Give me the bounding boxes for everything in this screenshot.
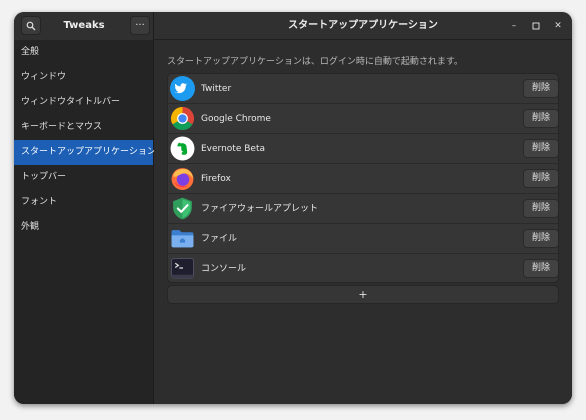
list-item: Evernote Beta 削除 <box>168 134 558 164</box>
sidebar-item-fonts[interactable]: フォント <box>14 190 153 215</box>
app-name: Twitter <box>201 84 232 94</box>
app-name: ファイアウォールアプレット <box>201 204 319 214</box>
list-item: Firefox 削除 <box>168 164 558 194</box>
startup-apps-panel: スタートアップアプリケーションは、ログイン時に自動で起動されます。 Twitte… <box>154 40 572 404</box>
sidebar-item-top-bar[interactable]: トップバー <box>14 165 153 190</box>
remove-twitter-button[interactable]: 削除 <box>523 79 558 98</box>
remove-files-button[interactable]: 削除 <box>523 229 558 248</box>
add-startup-app-button[interactable]: + <box>167 285 559 304</box>
app-name: Evernote Beta <box>201 144 265 154</box>
startup-app-list: Twitter 削除 Google Chrome 削除 Evernote Bet… <box>167 73 559 283</box>
remove-console-button[interactable]: 削除 <box>523 259 558 278</box>
chrome-icon <box>171 107 194 130</box>
list-item: ファイル 削除 <box>168 224 558 254</box>
panel-description: スタートアップアプリケーションは、ログイン時に自動で起動されます。 <box>167 57 463 67</box>
sidebar-item-window-titlebars[interactable]: ウィンドウタイトルバー <box>14 90 153 115</box>
remove-firefox-button[interactable]: 削除 <box>523 169 558 188</box>
menu-button[interactable]: ··· <box>130 16 150 35</box>
content-header: スタートアップアプリケーション – ✕ <box>154 12 572 40</box>
list-item: Google Chrome 削除 <box>168 104 558 134</box>
maximize-icon <box>532 22 540 30</box>
evernote-icon <box>170 136 195 161</box>
close-icon: ✕ <box>554 21 562 31</box>
sidebar-item-general[interactable]: 全般 <box>14 40 153 65</box>
sidebar: 全般 ウィンドウ ウィンドウタイトルバー キーボードとマウス スタートアップアプ… <box>14 40 156 404</box>
app-name: Firefox <box>201 174 231 184</box>
remove-chrome-button[interactable]: 削除 <box>523 109 558 128</box>
tweaks-window: Tweaks ··· スタートアップアプリケーション – ✕ 全般 ウィンドウ … <box>14 12 572 404</box>
sidebar-item-appearance[interactable]: 外観 <box>14 215 153 240</box>
search-icon <box>26 21 36 30</box>
app-name: ファイル <box>201 234 238 244</box>
firefox-icon <box>171 168 194 190</box>
terminal-icon <box>171 258 194 279</box>
maximize-button[interactable] <box>528 18 544 34</box>
firewall-shield-icon <box>173 197 192 220</box>
list-item: コンソール 削除 <box>168 254 558 282</box>
title-bar: Tweaks ··· スタートアップアプリケーション – ✕ <box>14 12 572 40</box>
app-name: コンソール <box>201 264 247 274</box>
folder-icon <box>171 230 194 248</box>
list-item: ファイアウォールアプレット 削除 <box>168 194 558 224</box>
remove-firewall-button[interactable]: 削除 <box>523 199 558 218</box>
sidebar-item-windows[interactable]: ウィンドウ <box>14 65 153 90</box>
remove-evernote-button[interactable]: 削除 <box>523 139 558 158</box>
minimize-icon: – <box>511 21 517 31</box>
minimize-button[interactable]: – <box>506 18 522 34</box>
list-item: Twitter 削除 <box>168 74 558 104</box>
app-title: Tweaks <box>63 20 105 31</box>
close-button[interactable]: ✕ <box>550 18 566 34</box>
twitter-icon <box>170 76 195 101</box>
more-options-icon: ··· <box>135 20 145 31</box>
sidebar-item-keyboard-mouse[interactable]: キーボードとマウス <box>14 115 153 140</box>
app-name: Google Chrome <box>201 114 271 124</box>
search-button[interactable] <box>21 16 41 35</box>
sidebar-header: Tweaks ··· <box>14 12 154 40</box>
sidebar-item-startup-applications[interactable]: スタートアップアプリケーション <box>14 140 156 165</box>
